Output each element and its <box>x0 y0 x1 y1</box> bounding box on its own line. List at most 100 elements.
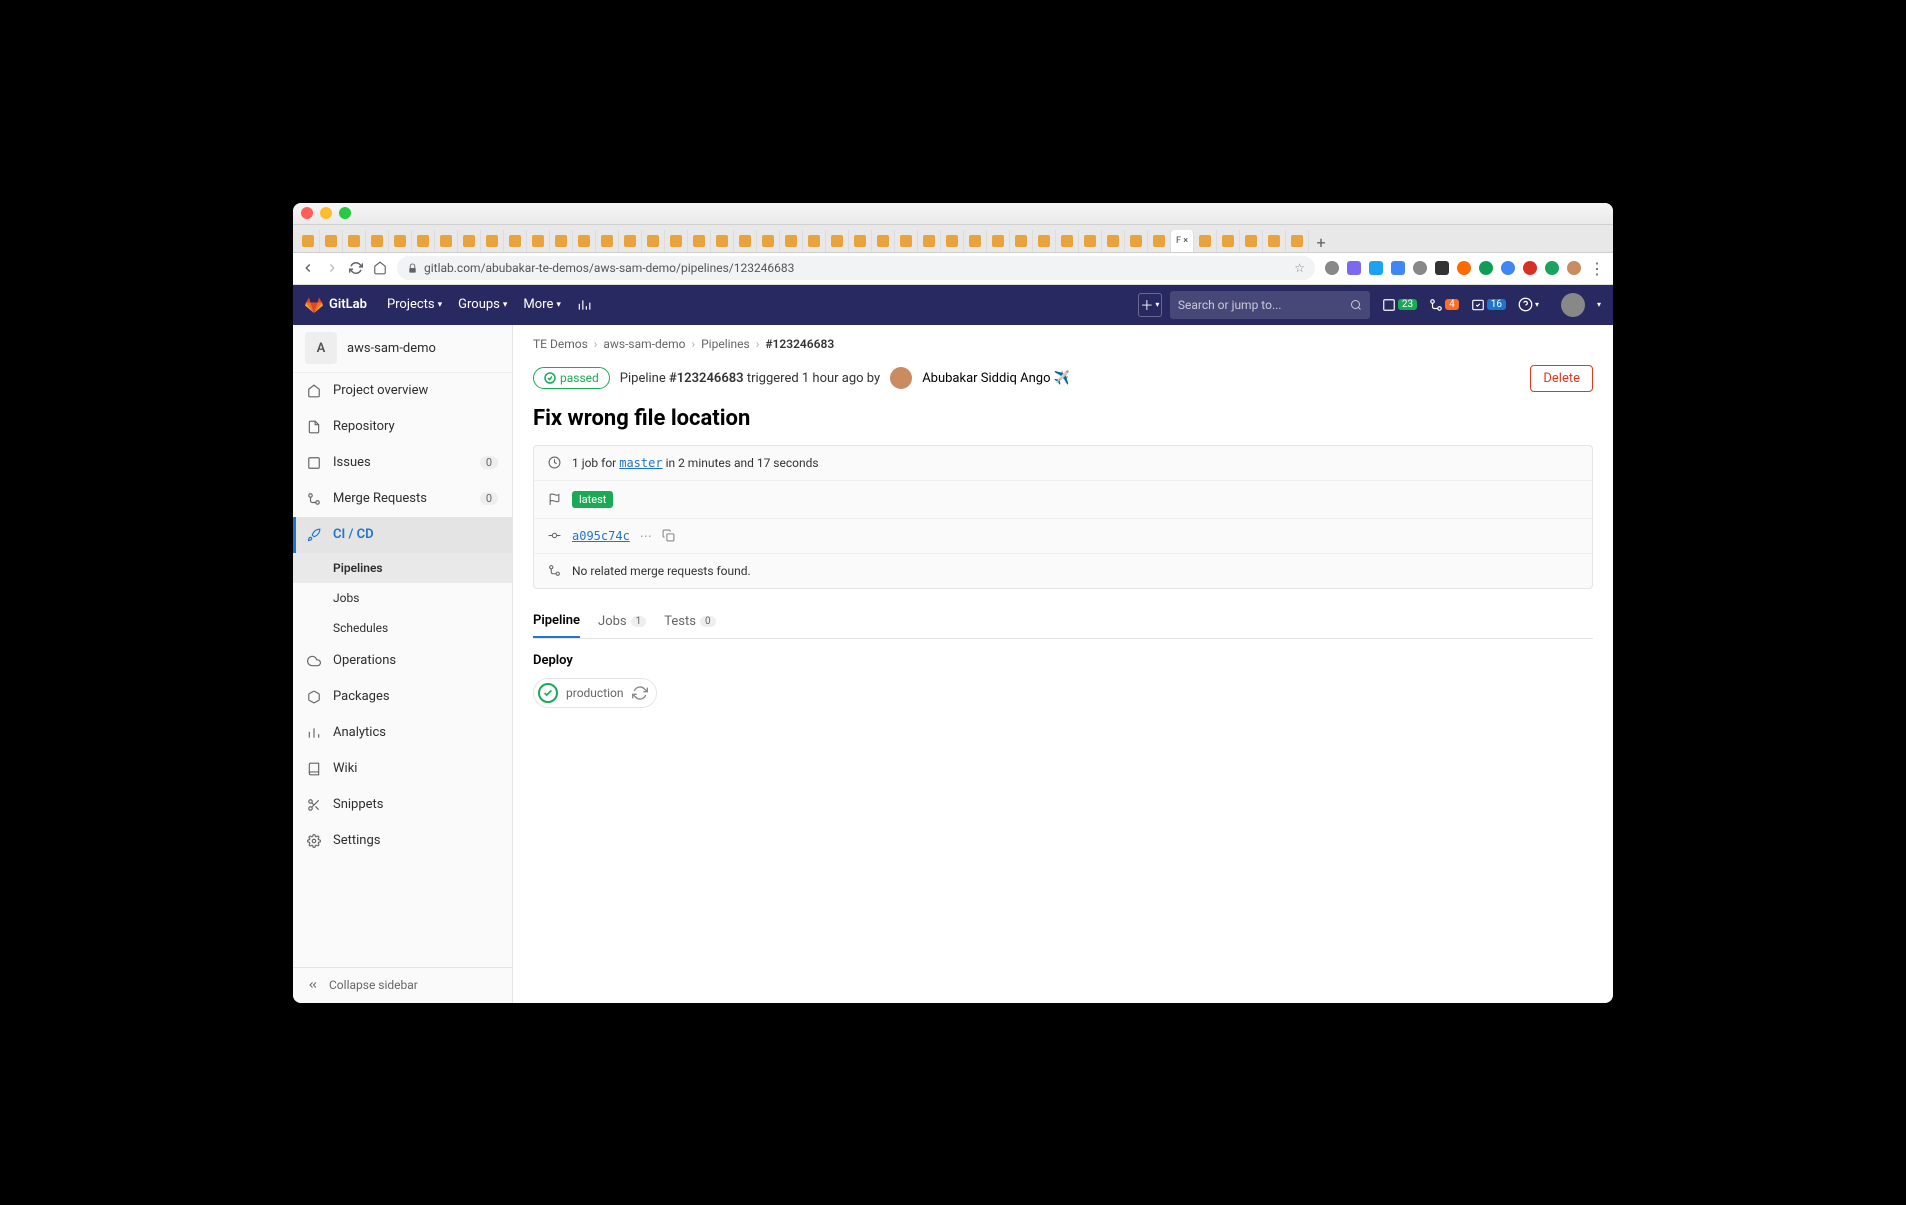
extension-icon[interactable] <box>1479 261 1493 275</box>
browser-tab[interactable] <box>780 230 803 252</box>
browser-tab[interactable] <box>918 230 941 252</box>
nav-activity-icon[interactable] <box>571 293 597 316</box>
sidebar-sub-schedules[interactable]: Schedules <box>293 613 512 643</box>
browser-tab[interactable] <box>734 230 757 252</box>
delete-button[interactable]: Delete <box>1530 365 1593 392</box>
forward-button[interactable] <box>325 261 339 275</box>
search-input[interactable] <box>1178 298 1344 312</box>
back-button[interactable] <box>301 261 315 275</box>
commit-link[interactable]: a095c74c <box>572 529 630 543</box>
browser-tab[interactable] <box>688 230 711 252</box>
browser-tab[interactable] <box>941 230 964 252</box>
sidebar-item-overview[interactable]: Project overview <box>293 373 512 409</box>
browser-tab[interactable] <box>1148 230 1171 252</box>
sidebar-item-mrs[interactable]: Merge Requests0 <box>293 481 512 517</box>
browser-tab[interactable] <box>1240 230 1263 252</box>
browser-tab[interactable] <box>389 230 412 252</box>
browser-tab[interactable] <box>481 230 504 252</box>
tab-jobs[interactable]: Jobs1 <box>598 605 646 638</box>
tab-tests[interactable]: Tests0 <box>664 605 715 638</box>
sidebar-item-issues[interactable]: Issues0 <box>293 445 512 481</box>
browser-tab[interactable] <box>435 230 458 252</box>
nav-issues-badge[interactable]: 23 <box>1382 298 1417 312</box>
browser-tab[interactable] <box>1033 230 1056 252</box>
breadcrumb-link[interactable]: Pipelines <box>701 337 750 351</box>
browser-tab[interactable] <box>1079 230 1102 252</box>
sidebar-project-header[interactable]: A aws-sam-demo <box>293 325 512 373</box>
retry-icon[interactable] <box>632 685 648 701</box>
nav-todos-badge[interactable]: 16 <box>1471 298 1506 312</box>
nav-more[interactable]: More ▾ <box>517 293 566 316</box>
user-avatar[interactable] <box>1561 293 1585 317</box>
commit-expand[interactable]: ⋯ <box>640 529 652 543</box>
browser-tab[interactable] <box>1010 230 1033 252</box>
breadcrumb-link[interactable]: aws-sam-demo <box>603 337 685 351</box>
browser-tab[interactable] <box>1102 230 1125 252</box>
extension-icon[interactable] <box>1435 261 1449 275</box>
sidebar-sub-jobs[interactable]: Jobs <box>293 583 512 613</box>
nav-projects[interactable]: Projects ▾ <box>381 293 448 316</box>
sidebar-item-snippets[interactable]: Snippets <box>293 787 512 823</box>
browser-tab[interactable] <box>642 230 665 252</box>
extension-icon[interactable] <box>1369 261 1383 275</box>
tab-pipeline[interactable]: Pipeline <box>533 605 580 638</box>
author-name[interactable]: Abubakar Siddiq Ango ✈️ <box>922 371 1070 386</box>
traffic-zoom[interactable] <box>339 207 351 219</box>
browser-tab[interactable] <box>458 230 481 252</box>
browser-tab[interactable] <box>1286 230 1309 252</box>
sidebar-item-wiki[interactable]: Wiki <box>293 751 512 787</box>
extension-icon[interactable] <box>1545 261 1559 275</box>
star-icon[interactable]: ☆ <box>1294 261 1305 275</box>
browser-tab[interactable] <box>412 230 435 252</box>
browser-tab[interactable] <box>987 230 1010 252</box>
author-avatar[interactable] <box>890 367 912 389</box>
nav-help[interactable]: ▾ <box>1518 297 1539 312</box>
branch-link[interactable]: master <box>619 456 662 470</box>
copy-icon[interactable] <box>662 529 675 542</box>
browser-tab[interactable] <box>619 230 642 252</box>
new-tab-button[interactable]: + <box>1309 233 1333 252</box>
browser-tab[interactable] <box>665 230 688 252</box>
browser-tab[interactable] <box>849 230 872 252</box>
job-item[interactable]: production <box>533 678 657 708</box>
browser-tab[interactable] <box>1125 230 1148 252</box>
browser-tab[interactable] <box>1263 230 1286 252</box>
sidebar-sub-pipelines[interactable]: Pipelines <box>293 553 512 583</box>
extension-icon[interactable] <box>1325 261 1339 275</box>
extension-icon[interactable] <box>1347 261 1361 275</box>
sidebar-item-operations[interactable]: Operations <box>293 643 512 679</box>
browser-tab[interactable] <box>573 230 596 252</box>
browser-tab[interactable] <box>826 230 849 252</box>
browser-tab[interactable] <box>1217 230 1240 252</box>
home-button[interactable] <box>373 261 387 275</box>
browser-tab[interactable] <box>803 230 826 252</box>
browser-tab[interactable]: F × <box>1171 230 1194 252</box>
extension-icon[interactable] <box>1413 261 1427 275</box>
traffic-close[interactable] <box>301 207 313 219</box>
user-dropdown[interactable]: ▾ <box>1597 300 1601 309</box>
url-bar[interactable]: gitlab.com/abubakar-te-demos/aws-sam-dem… <box>397 256 1315 280</box>
browser-tab[interactable] <box>1194 230 1217 252</box>
global-search[interactable] <box>1170 291 1370 319</box>
reload-button[interactable] <box>349 261 363 275</box>
browser-tab[interactable] <box>320 230 343 252</box>
sidebar-item-cicd[interactable]: CI / CD <box>293 517 512 553</box>
extension-icon[interactable] <box>1501 261 1515 275</box>
extension-icon[interactable] <box>1457 261 1471 275</box>
browser-tab[interactable] <box>757 230 780 252</box>
browser-tab[interactable] <box>1056 230 1079 252</box>
browser-tab[interactable] <box>504 230 527 252</box>
browser-tab[interactable] <box>711 230 734 252</box>
chrome-menu[interactable]: ⋮ <box>1589 259 1605 278</box>
extension-icon[interactable] <box>1523 261 1537 275</box>
sidebar-item-analytics[interactable]: Analytics <box>293 715 512 751</box>
profile-avatar[interactable] <box>1567 261 1581 275</box>
collapse-sidebar[interactable]: Collapse sidebar <box>293 967 512 1003</box>
browser-tab[interactable] <box>895 230 918 252</box>
browser-tab[interactable] <box>527 230 550 252</box>
nav-new-dropdown[interactable]: ＋ ▾ <box>1138 293 1162 317</box>
gitlab-logo[interactable]: GitLab <box>305 296 367 314</box>
nav-mrs-badge[interactable]: 4 <box>1429 298 1459 312</box>
browser-tab[interactable] <box>366 230 389 252</box>
traffic-minimize[interactable] <box>320 207 332 219</box>
